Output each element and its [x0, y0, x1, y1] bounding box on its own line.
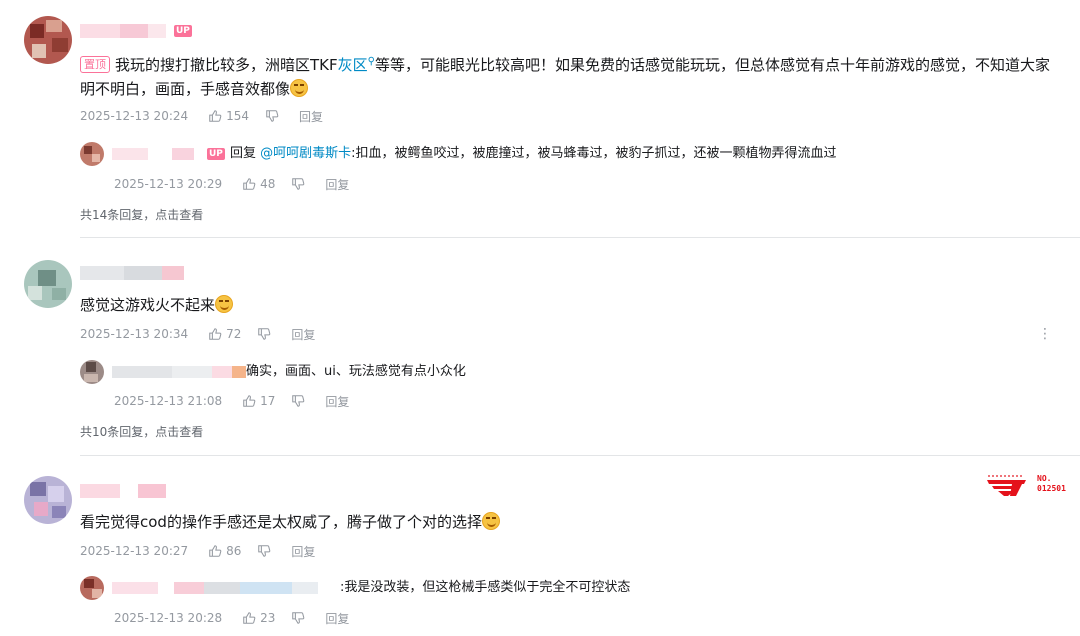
- timestamp: 2025-12-13 20:29: [114, 177, 223, 191]
- thumbs-down-icon: [292, 612, 305, 624]
- up-badge: UP: [174, 25, 192, 37]
- reply-button[interactable]: 回复: [325, 610, 349, 627]
- view-more-replies-link[interactable]: 共14条回复，点击查看: [80, 206, 203, 223]
- reply-avatar[interactable]: [80, 576, 104, 600]
- thumbs-down-icon: [258, 328, 271, 340]
- like-count: 23: [260, 611, 276, 625]
- like-button[interactable]: 23: [242, 611, 275, 625]
- comment-content: 看完觉得cod的操作手感还是太权威了，腾子做了个对的选择: [80, 510, 1064, 534]
- like-count: 154: [226, 109, 250, 123]
- comment-content: 感觉这游戏火不起来: [80, 293, 1064, 317]
- divider: [80, 237, 1080, 238]
- avatar[interactable]: [24, 260, 72, 308]
- reply-username-blurred[interactable]: [112, 148, 194, 160]
- badge-number: 012501: [1037, 484, 1066, 493]
- sub-reply: UP 回复 @呵呵剧毒斯卡:扣血，被鳄鱼咬过，被鹿撞过，被马蜂毒过，被豹子抓过，…: [80, 142, 1064, 198]
- timestamp: 2025-12-13 20:34: [80, 327, 189, 341]
- reply-avatar[interactable]: [80, 142, 104, 166]
- comment-meta: 2025-12-13 20:27 86 回复: [80, 543, 315, 559]
- thumbs-down-icon: [266, 110, 279, 122]
- doge-emoji-icon: [290, 79, 309, 97]
- reply-avatar[interactable]: [80, 360, 104, 384]
- sub-reply: 确实，画面、ui、玩法感觉有点小众化 2025-12-13 21:08 17 回…: [80, 360, 1064, 416]
- mention-link[interactable]: @呵呵剧毒斯卡: [260, 146, 351, 161]
- like-button[interactable]: 72: [208, 327, 241, 341]
- up-badge: UP: [207, 148, 225, 160]
- reply-meta: 2025-12-13 21:08 17 回复: [114, 393, 349, 409]
- reply-meta: 2025-12-13 20:28 23 回复: [114, 610, 349, 626]
- search-keyword-link[interactable]: 灰区: [338, 56, 368, 74]
- reply-username-blurred[interactable]: [112, 366, 246, 378]
- reply-meta: 2025-12-13 20:29 48 回复: [114, 176, 349, 192]
- reply-content: :我是没改装，但这枪械手感类似于完全不可控状态: [340, 578, 630, 598]
- pinned-tag: 置顶: [80, 56, 110, 73]
- comment-text: 看完觉得cod的操作手感还是太权威了，腾子做了个对的选择: [80, 513, 482, 531]
- like-button[interactable]: 17: [242, 394, 275, 408]
- thumbs-up-icon: [209, 545, 222, 557]
- comment-text: 我玩的搜打撤比较多，洲暗区TKF: [115, 56, 338, 74]
- reply-username-blurred[interactable]: [112, 582, 318, 594]
- reply-button[interactable]: 回复: [291, 326, 315, 343]
- reply-content: 回复 @呵呵剧毒斯卡:扣血，被鳄鱼咬过，被鹿撞过，被马蜂毒过，被豹子抓过，还被一…: [230, 144, 837, 164]
- divider: [80, 455, 1080, 456]
- comment-content: 置顶 我玩的搜打撤比较多，洲暗区TKF灰区⚲等等，可能眼光比较高吧！如果免费的话感…: [80, 50, 1064, 101]
- thumbs-up-icon: [243, 395, 256, 407]
- thumbs-up-icon: [209, 110, 222, 122]
- thumbs-down-icon: [292, 178, 305, 190]
- reply-button[interactable]: 回复: [325, 176, 349, 193]
- comment-meta: 2025-12-13 20:24 154 回复: [80, 108, 323, 124]
- search-icon[interactable]: ⚲: [368, 56, 375, 67]
- avatar[interactable]: [24, 16, 72, 64]
- dislike-button[interactable]: [265, 109, 283, 123]
- dislike-button[interactable]: [257, 544, 275, 558]
- timestamp: 2025-12-13 20:27: [80, 544, 189, 558]
- timestamp: 2025-12-13 20:28: [114, 611, 223, 625]
- reply-content: 确实，画面、ui、玩法感觉有点小众化: [246, 362, 466, 382]
- dislike-button[interactable]: [257, 327, 275, 341]
- thumbs-up-icon: [243, 612, 256, 624]
- like-count: 86: [226, 544, 242, 558]
- thumbs-down-icon: [292, 395, 305, 407]
- dislike-button[interactable]: [291, 394, 309, 408]
- dislike-button[interactable]: [291, 177, 309, 191]
- username-blurred[interactable]: [80, 24, 166, 38]
- thumbs-up-icon: [243, 178, 256, 190]
- comment-meta: 2025-12-13 20:34 72 回复: [80, 326, 315, 342]
- like-count: 72: [226, 327, 242, 341]
- reply-text: 确实，画面、ui、玩法感觉有点小众化: [246, 364, 466, 379]
- reply-text: :扣血，被鳄鱼咬过，被鹿撞过，被马蜂毒过，被豹子抓过，还被一颗植物弄得流血过: [351, 146, 837, 161]
- view-more-replies-link[interactable]: 共10条回复，点击查看: [80, 423, 203, 440]
- like-count: 48: [260, 177, 276, 191]
- like-button[interactable]: 154: [208, 109, 249, 123]
- dislike-button[interactable]: [291, 611, 309, 625]
- more-options-icon[interactable]: ⋮: [1038, 327, 1052, 341]
- doge-emoji-icon: [481, 512, 500, 530]
- like-count: 17: [260, 394, 276, 408]
- comment-text: 感觉这游戏火不起来: [80, 296, 216, 314]
- reply-prefix: 回复: [230, 146, 261, 161]
- like-button[interactable]: 86: [208, 544, 241, 558]
- timestamp: 2025-12-13 20:24: [80, 109, 189, 123]
- sub-reply: :我是没改装，但这枪械手感类似于完全不可控状态 2025-12-13 20:28…: [80, 576, 1064, 632]
- avatar[interactable]: [24, 476, 72, 524]
- timestamp: 2025-12-13 21:08: [114, 394, 223, 408]
- like-button[interactable]: 48: [242, 177, 275, 191]
- reply-button[interactable]: 回复: [299, 108, 323, 125]
- doge-emoji-icon: [215, 295, 234, 313]
- reply-text: :我是没改装，但这枪械手感类似于完全不可控状态: [340, 580, 631, 595]
- reply-button[interactable]: 回复: [291, 543, 315, 560]
- username-blurred[interactable]: [80, 266, 184, 280]
- badge-no: NO.: [1037, 474, 1052, 483]
- username-blurred[interactable]: [80, 484, 166, 498]
- thumbs-up-icon: [209, 328, 222, 340]
- reply-button[interactable]: 回复: [325, 393, 349, 410]
- thumbs-down-icon: [258, 545, 271, 557]
